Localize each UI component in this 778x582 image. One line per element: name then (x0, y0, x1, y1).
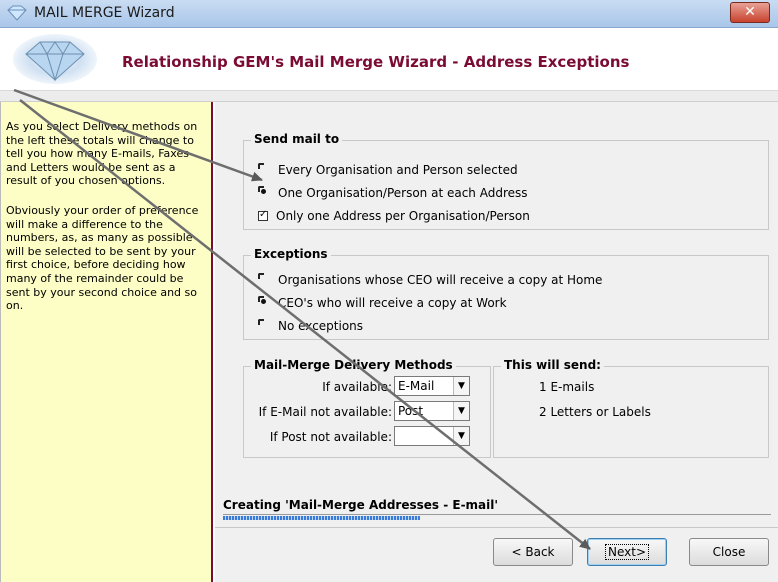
chevron-down-icon[interactable]: ▼ (453, 427, 469, 445)
letter-count: 2 Letters or Labels (539, 405, 651, 419)
chevron-down-icon[interactable]: ▼ (453, 377, 469, 395)
gem-icon (7, 5, 27, 21)
radio-icon (258, 273, 270, 285)
help-text-1: As you select Delivery methods on the le… (6, 120, 198, 188)
footer-separator (215, 527, 778, 528)
select-value: Post (398, 404, 424, 418)
radio-label: One Organisation/Person at each Address (278, 186, 528, 200)
radio-ceo-at-work[interactable]: CEO's who will receive a copy at Work (258, 296, 507, 310)
radio-ceo-at-home[interactable]: Organisations whose CEO will receive a c… (258, 273, 602, 287)
select-if-email-not-available[interactable]: Post ▼ (394, 401, 470, 421)
next-button[interactable]: Next> (587, 538, 667, 566)
delivery-methods-title: Mail-Merge Delivery Methods (251, 358, 456, 372)
wizard-header: Relationship GEM's Mail Merge Wizard - A… (0, 28, 778, 90)
radio-every-organisation[interactable]: Every Organisation and Person selected (258, 163, 518, 177)
select-value: E-Mail (398, 379, 435, 393)
radio-label: No exceptions (278, 319, 364, 333)
close-button[interactable]: Close (689, 538, 769, 566)
title-bar: MAIL MERGE Wizard ✕ (0, 0, 778, 28)
window-title: MAIL MERGE Wizard (34, 5, 175, 21)
back-button[interactable]: < Back (493, 538, 573, 566)
exceptions-title: Exceptions (251, 247, 331, 261)
progress-label: Creating 'Mail-Merge Addresses - E-mail' (223, 498, 499, 512)
window-close-button[interactable]: ✕ (730, 2, 770, 23)
send-mail-to-group: Send mail to Every Organisation and Pers… (243, 132, 769, 230)
radio-icon (258, 163, 270, 175)
progress-track (223, 514, 771, 515)
row-label-if-available: If available: (322, 380, 392, 394)
radio-label: CEO's who will receive a copy at Work (278, 296, 507, 310)
back-button-label: < Back (511, 545, 555, 559)
checkbox-label: Only one Address per Organisation/Person (276, 209, 530, 223)
will-send-group: This will send: 1 E-mails 2 Letters or L… (493, 358, 769, 458)
help-text-2: Obviously your order of preference will … (6, 203, 199, 313)
row-label-if-email-not-available: If E-Mail not available: (258, 405, 392, 419)
row-label-if-post-not-available: If Post not available: (269, 430, 392, 444)
radio-one-per-address[interactable]: One Organisation/Person at each Address (258, 186, 528, 200)
radio-selected-icon (258, 186, 270, 198)
checkbox-one-address-per-org[interactable]: Only one Address per Organisation/Person (258, 209, 530, 223)
radio-selected-icon (258, 296, 270, 308)
checkbox-checked-icon (258, 209, 268, 221)
page-title: Relationship GEM's Mail Merge Wizard - A… (122, 53, 630, 71)
email-count: 1 E-mails (539, 380, 595, 394)
chevron-down-icon[interactable]: ▼ (453, 402, 469, 420)
radio-icon (258, 319, 270, 331)
radio-label: Every Organisation and Person selected (278, 163, 518, 177)
send-mail-to-title: Send mail to (251, 132, 343, 146)
delivery-methods-group: Mail-Merge Delivery Methods If available… (243, 358, 491, 458)
radio-no-exceptions[interactable]: No exceptions (258, 319, 363, 333)
select-if-post-not-available[interactable]: ▼ (394, 426, 470, 446)
header-separator (0, 90, 778, 102)
close-button-label: Close (712, 545, 746, 559)
exceptions-group: Exceptions Organisations whose CEO will … (243, 247, 769, 340)
diamond-gem-logo (13, 34, 97, 84)
progress-bar (223, 516, 421, 520)
radio-label: Organisations whose CEO will receive a c… (278, 273, 603, 287)
next-button-label: Next> (604, 544, 649, 560)
help-panel: As you select Delivery methods on the le… (0, 102, 213, 582)
select-if-available[interactable]: E-Mail ▼ (394, 376, 470, 396)
wizard-content: Send mail to Every Organisation and Pers… (215, 102, 778, 582)
will-send-title: This will send: (501, 358, 604, 372)
